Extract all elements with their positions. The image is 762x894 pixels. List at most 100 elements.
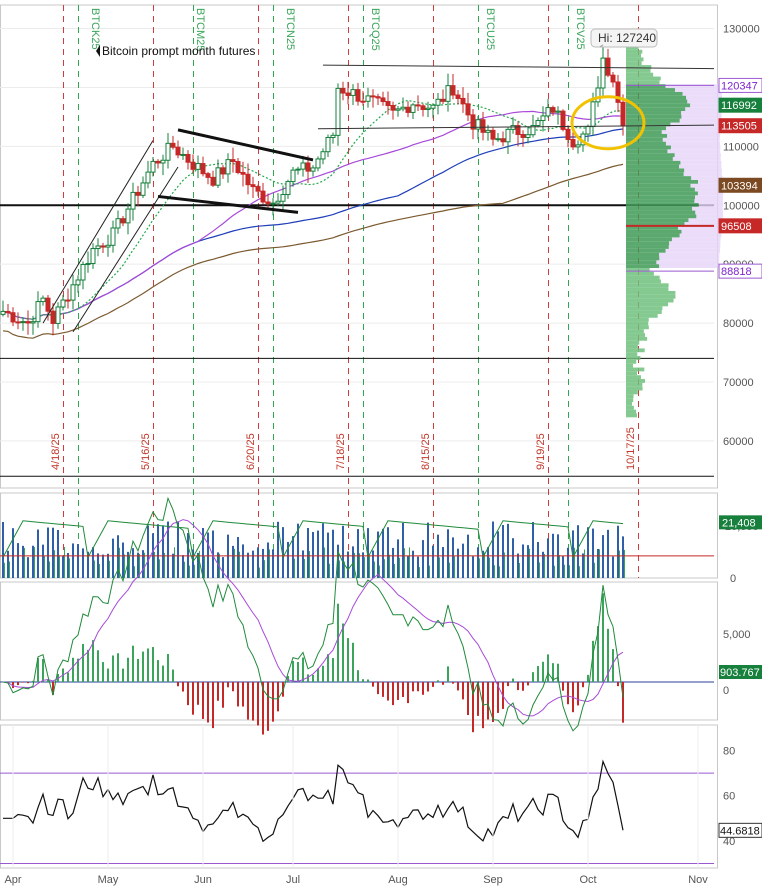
open-interest-bar <box>49 561 50 578</box>
volume-profile-bar <box>626 118 680 123</box>
volume-bar <box>97 553 99 578</box>
volume-profile-bar <box>626 202 699 207</box>
candle-body <box>10 312 16 323</box>
candle-body <box>435 98 441 106</box>
macd-histogram-bar <box>167 654 169 682</box>
price-label: 116992 <box>721 100 757 112</box>
macd-histogram-bar <box>407 682 409 704</box>
month-label: Sep <box>483 874 503 886</box>
candle-body <box>505 128 511 143</box>
candle-body <box>520 134 526 138</box>
volume-bar <box>247 552 249 578</box>
volume-profile-bar <box>626 57 644 62</box>
candle-body <box>60 299 66 308</box>
value-area-bar <box>665 126 720 131</box>
macd-histogram-bar <box>272 682 274 722</box>
candle-body <box>610 74 616 83</box>
volume-profile-bar <box>626 375 641 380</box>
volume-bar <box>242 544 244 578</box>
open-interest-bar <box>599 549 600 578</box>
price-tick-label: 60000 <box>723 436 754 448</box>
volume-bar <box>222 557 224 578</box>
volume-bar <box>462 543 464 578</box>
volume-profile-bar <box>626 176 692 180</box>
candle-body <box>305 162 311 172</box>
volume-profile-bar <box>626 241 670 246</box>
volume-profile-bar <box>626 84 666 89</box>
volume-profile-bar <box>626 80 660 85</box>
value-area-bar <box>669 241 721 246</box>
macd-tick-label: 0 <box>723 685 729 697</box>
volume-bar <box>522 544 524 578</box>
volume-bar <box>342 525 344 578</box>
volume-bar <box>597 548 599 578</box>
macd-histogram-bar <box>202 682 204 719</box>
candle-body <box>325 137 331 153</box>
macd-histogram-bar <box>177 682 179 687</box>
volume-profile-bar <box>626 279 661 284</box>
candle-body <box>480 119 486 133</box>
volume-profile-bar <box>626 256 660 261</box>
volume-bar <box>357 529 359 578</box>
volume-profile-bar <box>626 275 660 280</box>
open-interest-bar <box>394 564 395 578</box>
macd-histogram-bar <box>102 662 104 682</box>
volume-bar <box>512 538 514 578</box>
volume-profile-bar <box>626 237 672 242</box>
volume-bar <box>402 522 404 578</box>
candle-body <box>230 159 236 163</box>
candle-body <box>445 85 451 102</box>
volume-bar <box>137 552 139 578</box>
volume-bar <box>427 522 429 578</box>
macd-histogram-bar <box>312 674 314 682</box>
volume-profile-bar <box>626 91 683 96</box>
macd-histogram-bar <box>387 682 389 701</box>
open-interest-bar <box>259 567 260 578</box>
value-area-bar <box>683 172 722 177</box>
volume-profile-bar <box>626 379 646 383</box>
macd-histogram-bar <box>342 623 344 682</box>
candle-body <box>140 182 146 196</box>
value-area-bar <box>695 210 723 215</box>
macd-histogram-bar <box>277 682 279 712</box>
macd-histogram-bar <box>237 682 239 707</box>
volume-bar <box>617 525 619 578</box>
volume-profile-bar <box>626 111 682 115</box>
value-area-bar <box>661 130 720 134</box>
volume-bar <box>587 527 589 578</box>
candle-body <box>15 321 21 324</box>
macd-histogram-bar <box>87 649 89 682</box>
resistance-line <box>322 64 715 70</box>
volume-bar <box>7 550 9 578</box>
value-area-bar <box>671 237 721 242</box>
value-area-bar <box>685 107 722 112</box>
candle-body <box>345 92 351 96</box>
volume-profile-bar <box>626 317 649 322</box>
volume-profile-bar <box>626 371 638 376</box>
volume-bar <box>12 528 14 578</box>
volume-profile-bar <box>626 264 660 268</box>
candle-body <box>370 95 376 98</box>
value-area-bar <box>681 114 722 119</box>
volume-profile-bar <box>626 72 654 77</box>
macd-histogram-bar <box>452 682 454 684</box>
open-interest-bar <box>64 546 65 578</box>
volume-bar <box>257 547 259 578</box>
bitcoin-futures-chart: BTCK25 BTCM25 BTCN25 BTCQ25 BTCU25 BTCV25 4/18… <box>0 0 762 889</box>
macd-histogram-bar <box>97 650 99 682</box>
rsi-value-label: 44.6818 <box>720 825 760 837</box>
macd-histogram-bar <box>327 654 329 682</box>
open-interest-bar <box>564 564 565 578</box>
open-interest-bar <box>374 561 375 578</box>
open-interest-bar <box>584 549 585 578</box>
volume-profile-bar <box>626 133 668 138</box>
open-interest-bar <box>619 550 620 578</box>
price-tick-label: 110000 <box>723 141 759 153</box>
ma-blue-line <box>2 128 624 320</box>
candle-body <box>300 162 306 170</box>
volume-bar <box>237 537 239 578</box>
macd-histogram-bar <box>117 653 119 682</box>
price-label: 113505 <box>721 121 757 133</box>
value-area-bar <box>665 248 720 253</box>
volume-profile-bar <box>626 367 645 372</box>
